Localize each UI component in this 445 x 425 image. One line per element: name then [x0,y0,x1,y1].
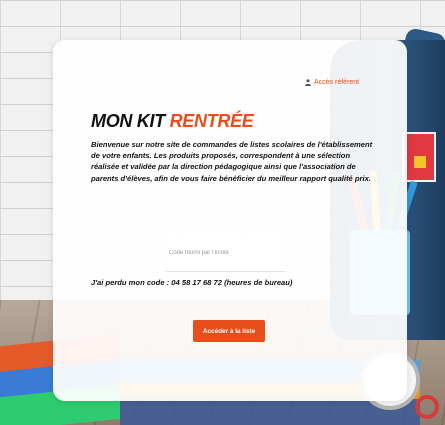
school-code-input[interactable] [165,234,285,272]
referent-link-label: Accès référent [314,79,360,86]
intro-text: Bienvenue sur notre site de commandes de… [91,140,373,183]
scissors [415,395,439,419]
page-title: MON KIT RENTRÉE [91,111,254,132]
access-list-button[interactable]: Accéder à la liste [193,320,265,342]
title-part-1: MON KIT [91,111,170,131]
backpack-tag-square [414,156,426,168]
title-part-2: RENTRÉE [169,111,254,131]
user-icon [305,79,311,86]
login-card: Accès référent MON KIT RENTRÉE Bienvenue… [53,40,407,401]
lost-code-text: J'ai perdu mon code : 04 58 17 68 72 (he… [91,278,293,287]
referent-access-link[interactable]: Accès référent [305,79,359,86]
